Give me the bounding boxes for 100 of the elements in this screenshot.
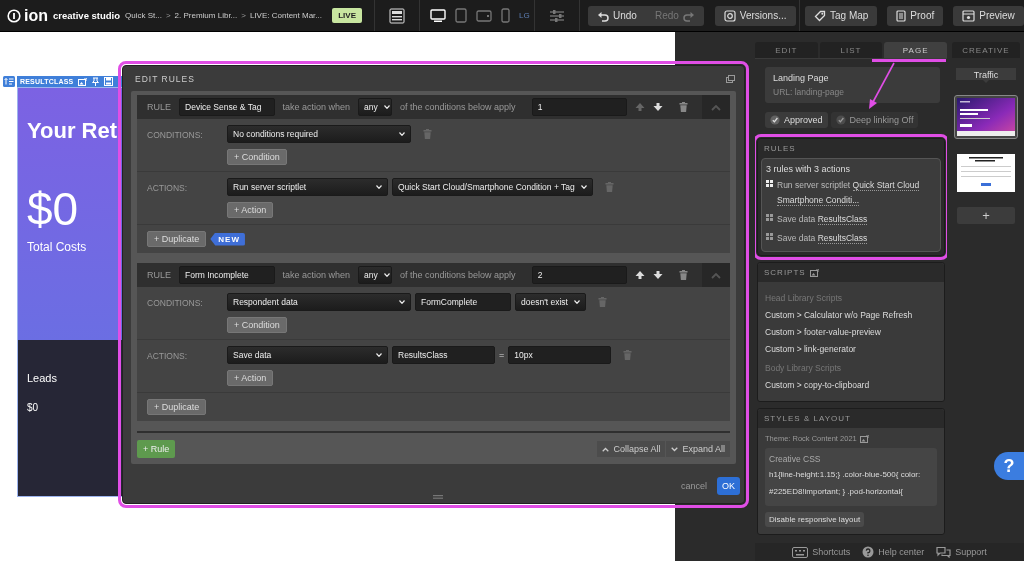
element-tree-icon[interactable] <box>3 76 15 87</box>
device-toggle[interactable]: LG <box>519 11 530 20</box>
tag-map-button[interactable]: Tag Map <box>805 5 878 26</box>
add-action-button[interactable]: + Action <box>227 370 274 386</box>
help-button[interactable]: ? <box>994 452 1024 480</box>
page-url: URL: landing-page <box>773 87 845 97</box>
resize-handle[interactable] <box>433 495 443 499</box>
traffic-button[interactable]: Traffic <box>956 68 1016 83</box>
duplicate-button[interactable]: + Duplicate <box>147 231 207 247</box>
panel-tab[interactable]: EDIT <box>755 42 818 58</box>
panel-tab[interactable]: CREATIVE <box>952 42 1020 58</box>
breadcrumb-link[interactable]: Quick St... <box>125 11 162 20</box>
row-label: ACTIONS: <box>147 350 189 363</box>
script-link[interactable]: Custom > Calculator w/o Page Refresh <box>765 307 937 324</box>
up-arrow-icon[interactable] <box>635 270 646 280</box>
toggle-chip[interactable]: Deep linking Off <box>830 112 919 128</box>
text-area[interactable]: 10px <box>508 346 612 364</box>
preview-button[interactable]: Preview <box>953 5 1024 26</box>
match-select[interactable]: any <box>358 266 393 284</box>
operator-text: = <box>499 350 505 360</box>
down-arrow-icon[interactable] <box>653 270 664 280</box>
popout-icon[interactable] <box>726 75 735 83</box>
tablet-landscape-icon[interactable] <box>476 9 492 22</box>
card-heading: Your Ret <box>27 118 119 144</box>
breadcrumb-link[interactable]: 2. Premium Libr... <box>174 11 238 20</box>
rule-label: RULE <box>147 102 171 112</box>
check-icon <box>835 115 846 125</box>
select-field[interactable]: Respondent data <box>227 293 411 311</box>
match-select[interactable]: any <box>358 98 393 116</box>
breadcrumb-link[interactable]: LIVE: Content Mar... <box>249 11 322 20</box>
select-field[interactable]: Run server scriptlet <box>227 178 388 196</box>
duplicate-button[interactable]: + Duplicate <box>147 399 207 415</box>
css-code: h1{line-height:1.15;} .color-blue-500{ color: #225ED8!important; } .pod-horizontal{ <box>769 469 922 498</box>
image-icon[interactable] <box>809 268 819 277</box>
select-field[interactable]: Save data <box>227 346 388 364</box>
trash-icon[interactable] <box>679 270 689 280</box>
keyboard-icon <box>792 546 809 558</box>
rule-text: take action when <box>282 102 351 112</box>
text-area[interactable]: ResultsClass <box>392 346 495 364</box>
panel-tab[interactable]: LIST <box>819 42 883 58</box>
collapse-all-button[interactable]: Collapse All <box>597 441 666 457</box>
footer-link[interactable]: Shortcuts <box>792 546 851 558</box>
rule-name-field[interactable]: Form Incomplete <box>179 266 275 284</box>
document-icon <box>896 9 907 22</box>
sliders-icon[interactable] <box>549 8 565 23</box>
status-badge: LIVE <box>332 8 362 23</box>
css-label: Creative CSS <box>769 454 822 464</box>
versions-button[interactable]: Versions... <box>714 5 796 26</box>
select-field[interactable]: doesn't exist <box>515 293 586 311</box>
section-title: SCRIPTS <box>764 268 806 277</box>
disable-layout-button[interactable]: Disable responsive layout <box>765 512 865 527</box>
add-action-button[interactable]: + Action <box>227 202 274 218</box>
footer-link[interactable]: Support <box>936 546 987 558</box>
order-field[interactable]: 1 <box>531 98 628 116</box>
chevron-down-icon <box>671 446 679 452</box>
desktop-icon[interactable] <box>430 8 446 23</box>
ok-button[interactable]: OK <box>717 477 740 495</box>
add-page-button[interactable]: + <box>957 207 1015 224</box>
cancel-link[interactable]: cancel <box>680 481 707 491</box>
script-link[interactable]: Custom > link-generator <box>765 341 937 358</box>
add-condition-button[interactable]: + Condition <box>227 149 287 165</box>
select-field[interactable]: Quick Start Cloud/Smartphone Condition + Tag <box>392 178 593 196</box>
leads-label: Leads <box>27 372 58 384</box>
rule-name-field[interactable]: Device Sense & Tag <box>179 98 275 116</box>
toggle-chip[interactable]: Approved <box>765 112 828 128</box>
total-value: $0 <box>27 182 80 236</box>
annotation-arrow <box>867 62 897 110</box>
input-field[interactable]: FormComplete <box>415 293 511 311</box>
caret-icon <box>376 353 382 357</box>
tablet-icon[interactable] <box>455 8 467 23</box>
order-field[interactable]: 2 <box>531 266 628 284</box>
caret-icon <box>399 300 405 304</box>
undo-button[interactable]: Undo <box>588 5 646 26</box>
rules-summary: 3 rules with 3 actions <box>766 164 852 174</box>
pin-icon[interactable] <box>92 77 100 86</box>
page-thumbnail[interactable] <box>954 95 1018 139</box>
layout-icon[interactable] <box>389 7 405 24</box>
row-label: CONDITIONS: <box>147 297 204 310</box>
image-icon[interactable] <box>859 434 869 443</box>
rules-summary-card[interactable]: 3 rules with 3 actions Run server scriptlet Quick Start Cloud Smartphone Conditi... Save data ResultsClass Save data ResultsClass <box>761 158 941 252</box>
grid-icon <box>766 180 773 187</box>
save-icon[interactable] <box>104 77 114 86</box>
trash-icon[interactable] <box>679 102 689 112</box>
select-field[interactable]: No conditions required <box>227 125 411 143</box>
phone-icon[interactable] <box>501 8 510 23</box>
down-arrow-icon[interactable] <box>653 102 664 112</box>
help-icon <box>862 546 875 558</box>
script-link[interactable]: Custom > copy-to-clipboard <box>765 377 937 394</box>
css-card[interactable]: Creative CSS h1{line-height:1.15;} .color-blue-500{ color: #225ED8!important; } .pod-horizontal{ <box>765 448 937 506</box>
undo-icon <box>597 9 609 22</box>
expand-all-button[interactable]: Expand All <box>666 441 730 457</box>
footer-link[interactable]: Help center <box>862 546 925 558</box>
caret-icon <box>580 185 587 189</box>
panel-tab[interactable]: PAGE <box>884 42 947 58</box>
add-condition-button[interactable]: + Condition <box>227 317 287 333</box>
caret-icon <box>383 105 390 109</box>
page-thumbnail[interactable] <box>954 151 1018 195</box>
proof-button[interactable]: Proof <box>887 5 944 26</box>
caret-icon <box>383 273 390 277</box>
script-link[interactable]: Custom > footer-value-preview <box>765 324 937 341</box>
